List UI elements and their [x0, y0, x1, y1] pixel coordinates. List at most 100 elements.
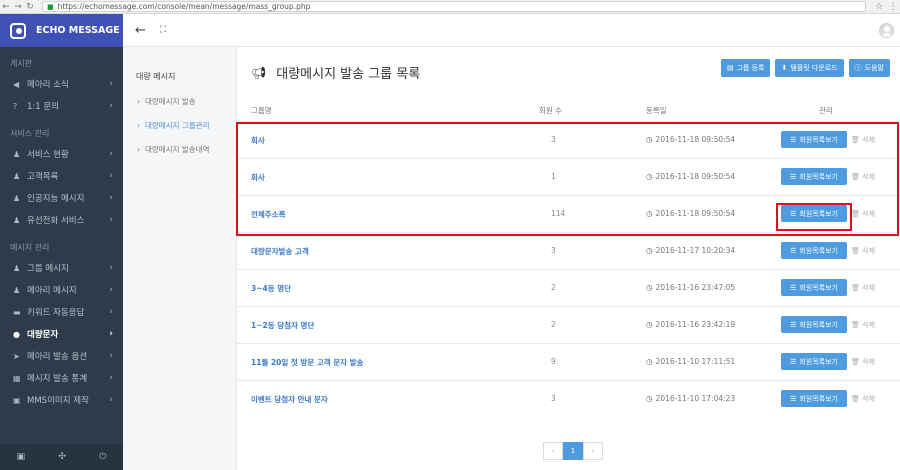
view-members-button[interactable]: ☰ 회원목록보기: [781, 316, 847, 333]
browser-toolbar: ← → ↻ ■ https://echomessage.com/console/…: [0, 0, 900, 14]
sidebar-item[interactable]: ● 대량문자 ›: [0, 323, 123, 345]
delete-label: 삭제: [862, 284, 876, 292]
header-date: 등록일: [646, 106, 667, 115]
view-members-button[interactable]: ☰ 회원목록보기: [781, 242, 847, 259]
address-bar[interactable]: ■ https://echomessage.com/console/mean/m…: [42, 1, 866, 12]
subnav-item[interactable]: › 대량메시지 발송: [137, 96, 196, 107]
file-icon: ▤: [726, 64, 734, 72]
delete-button[interactable]: 🗑︎ 삭제: [851, 135, 875, 145]
delete-button[interactable]: 🗑︎ 삭제: [851, 209, 875, 219]
sidebar-item[interactable]: ♟ 고객목록 ›: [0, 165, 123, 187]
comment-icon: ▬: [13, 307, 21, 317]
date-text: 2016-11-16 23:42:19: [655, 320, 736, 329]
view-members-button[interactable]: ☰ 회원목록보기: [781, 168, 847, 185]
page-1-button[interactable]: 1: [563, 442, 583, 460]
view-members-label: 회원목록보기: [799, 320, 838, 329]
delete-button[interactable]: 🗑︎ 삭제: [851, 283, 875, 293]
delete-button[interactable]: 🗑︎ 삭제: [851, 246, 875, 256]
header-manage: 관리: [819, 106, 833, 115]
group-name-link[interactable]: 이벤트 당첨자 안내 문자: [251, 394, 328, 405]
delete-button[interactable]: 🗑︎ 삭제: [851, 357, 875, 367]
list-icon: ☰: [790, 209, 797, 218]
image-icon: ▣: [13, 395, 21, 405]
brand[interactable]: ECHO MESSAGE: [0, 14, 123, 47]
help-button[interactable]: ⓘ 도움말: [848, 59, 890, 77]
stats-icon: ▦: [13, 373, 21, 383]
sidebar-item-label: 유선전화 서비스: [27, 216, 85, 226]
sidebar-item[interactable]: ♟ 서비스 현황 ›: [0, 143, 123, 165]
sidebar-item[interactable]: ➤ 메아리 발송 옵션 ›: [0, 345, 123, 367]
view-members-button[interactable]: ☰ 회원목록보기: [781, 390, 847, 407]
view-members-label: 회원목록보기: [799, 209, 838, 218]
table-row: 이벤트 당첨자 안내 문자 3 ◷ 2016-11-10 17:04:23 ☰ 회원…: [237, 380, 900, 417]
subnav-item[interactable]: › 대량메시지 그룹관리: [137, 120, 209, 131]
fullscreen-icon[interactable]: ⛶: [160, 25, 166, 35]
group-name-link[interactable]: 1~2등 당첨자 명단: [251, 320, 314, 331]
back-arrow-icon[interactable]: ←: [135, 23, 146, 38]
group-name-link[interactable]: 3~4등 명단: [251, 283, 291, 294]
avatar[interactable]: [879, 23, 894, 38]
forward-arrow-icon[interactable]: →: [12, 2, 24, 12]
delete-button[interactable]: 🗑︎ 삭제: [851, 394, 875, 404]
chevron-right-icon: ›: [109, 307, 113, 317]
chevron-right-icon: ›: [109, 101, 113, 111]
clock-icon: ◷: [646, 209, 653, 218]
network-icon[interactable]: ✣: [58, 452, 66, 462]
sidebar-item[interactable]: ? 1:1 문의 ›: [0, 95, 123, 117]
sidebar-item[interactable]: ♟ 메아리 메시지 ›: [0, 279, 123, 301]
send-icon: ➤: [13, 351, 20, 361]
megaphone-icon: ◀: [13, 79, 20, 89]
sidebar-item-label: 메아리 메시지: [27, 286, 77, 296]
sidebar-item[interactable]: ▣ MMS이미지 제작 ›: [0, 389, 123, 411]
question-icon: ?: [13, 101, 18, 111]
clock-icon: ◷: [646, 172, 653, 181]
template-download-button[interactable]: ⬇ 템플릿 다운로드: [775, 59, 844, 77]
group-name-link[interactable]: 11월 20일 첫 방문 고객 문자 발송: [251, 357, 363, 368]
sidebar-item[interactable]: ♟ 그룹 메시지 ›: [0, 257, 123, 279]
view-members-button[interactable]: ☰ 회원목록보기: [781, 205, 847, 222]
clock-icon: ◷: [646, 357, 653, 366]
list-icon: ☰: [790, 283, 797, 292]
trash-icon: 🗑︎: [851, 210, 860, 218]
registered-date: ◷ 2016-11-17 10:20:34: [646, 246, 735, 255]
sidebar-item[interactable]: ◀ 메아리 소식 ›: [0, 73, 123, 95]
group-name-link[interactable]: 회사: [251, 172, 265, 183]
delete-button[interactable]: 🗑︎ 삭제: [851, 172, 875, 182]
registered-date: ◷ 2016-11-18 09:50:54: [646, 135, 735, 144]
lock-icon: ■: [47, 2, 54, 11]
page-title: 대량메시지 발송 그룹 목록: [276, 67, 421, 82]
reload-icon[interactable]: ↻: [24, 2, 36, 12]
view-members-button[interactable]: ☰ 회원목록보기: [781, 353, 847, 370]
group-name-link[interactable]: 회사: [251, 135, 265, 146]
sidebar-item-label: 인공지능 메시지: [27, 194, 85, 204]
sidebar-item[interactable]: ▬ 키워드 자동응답 ›: [0, 301, 123, 323]
menu-icon[interactable]: ⋮: [886, 2, 900, 12]
cube-icon[interactable]: ▣: [17, 452, 26, 462]
main-content: 📢︎ 대량메시지 발송 그룹 목록 ▤ 그룹 등록 ⬇ 템플릿 다운로드 ⓘ 도…: [237, 47, 900, 470]
sidebar-item-label: 서비스 현황: [27, 150, 69, 160]
sidebar-footer: ▣ ✣ ⏻: [0, 444, 123, 470]
view-members-label: 회원목록보기: [799, 394, 838, 403]
add-group-button[interactable]: ▤ 그룹 등록: [720, 59, 771, 77]
chevron-right-icon: ›: [109, 373, 113, 383]
delete-label: 삭제: [862, 210, 876, 218]
group-name-link[interactable]: 대량문자발송 고객: [251, 246, 309, 257]
group-name-link[interactable]: 전체주소록: [251, 209, 286, 220]
view-members-button[interactable]: ☰ 회원목록보기: [781, 279, 847, 296]
subnav-item[interactable]: › 대량메시지 발송내역: [137, 144, 209, 155]
sidebar-item[interactable]: ♟ 유선전화 서비스 ›: [0, 209, 123, 231]
next-page-button[interactable]: ›: [583, 442, 603, 460]
subnav-title: 대량 메시지: [136, 72, 176, 81]
sidebar-item[interactable]: ▦ 메시지 발송 통계 ›: [0, 367, 123, 389]
view-members-button[interactable]: ☰ 회원목록보기: [781, 131, 847, 148]
prev-page-button[interactable]: ‹: [543, 442, 563, 460]
clock-icon: ◷: [646, 135, 653, 144]
delete-button[interactable]: 🗑︎ 삭제: [851, 320, 875, 330]
bookmark-star-icon[interactable]: ☆: [872, 2, 886, 12]
back-arrow-icon[interactable]: ←: [0, 2, 12, 12]
sidebar-item[interactable]: ♟ 인공지능 메시지 ›: [0, 187, 123, 209]
trash-icon: 🗑︎: [851, 395, 860, 403]
subnav-item-label: 대량메시지 그룹관리: [145, 121, 210, 130]
clock-icon: ◷: [646, 394, 653, 403]
power-icon[interactable]: ⏻: [99, 452, 106, 462]
